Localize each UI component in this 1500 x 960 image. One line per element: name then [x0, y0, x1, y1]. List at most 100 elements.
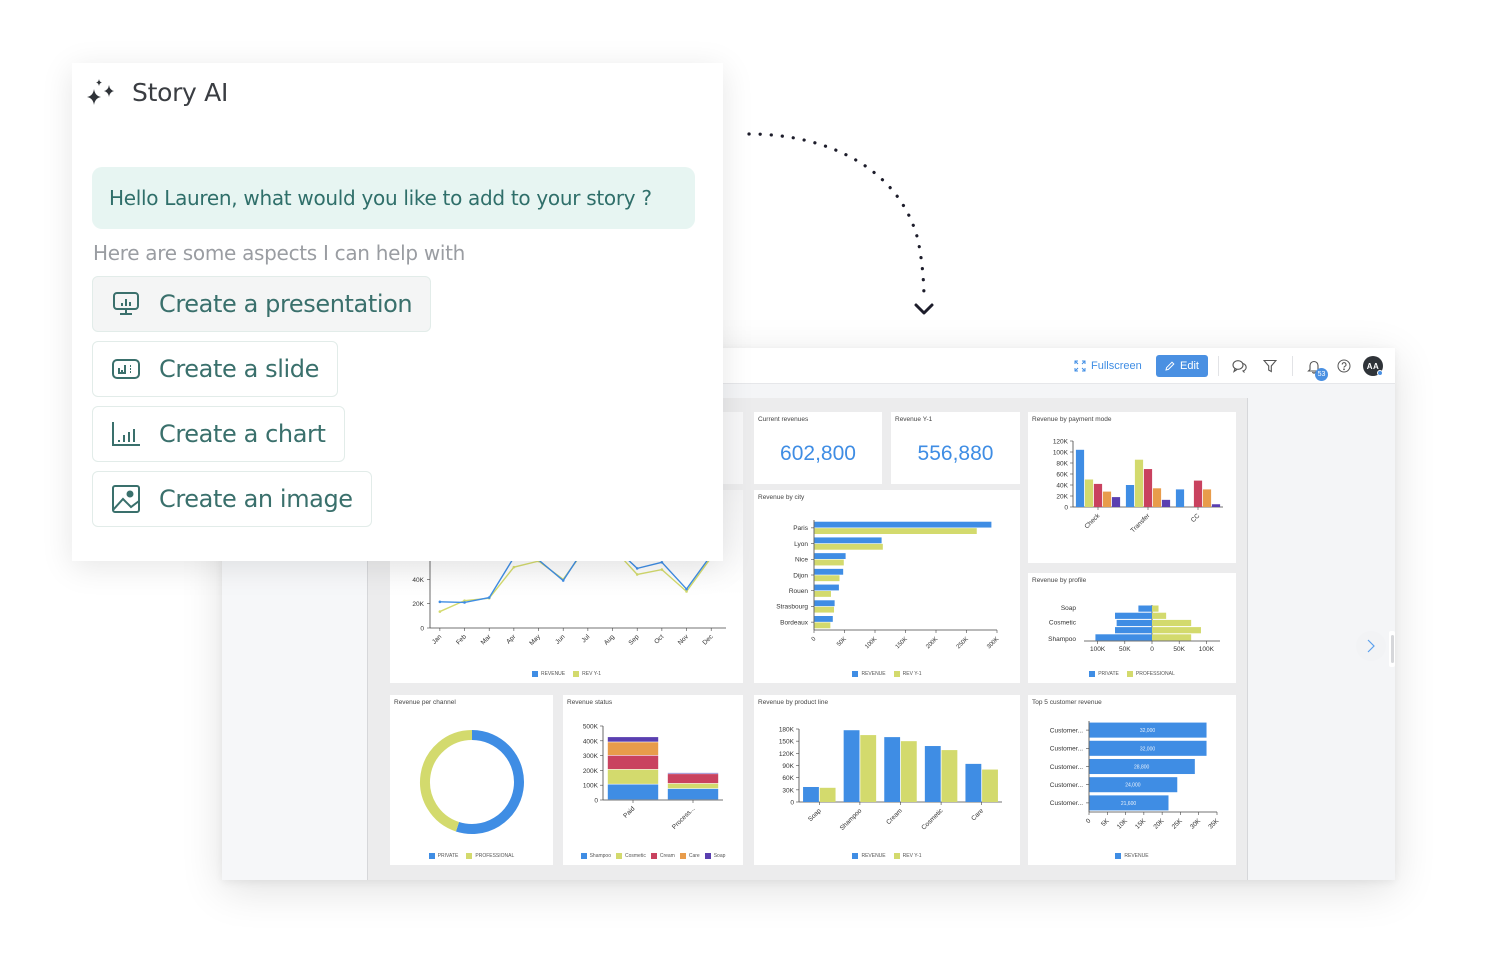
create-presentation-button[interactable]: Create a presentation — [92, 276, 432, 332]
legend-item: REVENUE — [531, 671, 565, 677]
legend-item: REV Y-1 — [573, 671, 601, 677]
data-label: 32,000 — [1140, 746, 1156, 752]
chart-title: Top 5 customer revenue — [1032, 699, 1102, 706]
stacked-bar-segment — [607, 769, 659, 784]
help-icon — [1337, 359, 1351, 373]
chart-card-revenue-by-profile[interactable]: Revenue by profile 100K 50K 0 50K 100K Soap Co… — [1028, 573, 1236, 683]
bar — [814, 543, 883, 550]
x-tick-label: Mar — [480, 633, 493, 646]
create-slide-button[interactable]: Create a slide — [92, 341, 338, 397]
bar — [814, 575, 840, 582]
legend-item: PROFESSIONAL — [1126, 671, 1175, 677]
stacked-bar-segment — [607, 742, 659, 755]
x-tick-label: 100K — [864, 636, 878, 650]
bar-private — [1115, 627, 1152, 634]
chart-card-payment-mode[interactable]: Revenue by payment mode 0 20K 40K 60K 80K 100… — [1028, 412, 1236, 563]
bar — [1175, 489, 1185, 507]
bar — [814, 606, 835, 613]
bar-professional — [1152, 619, 1192, 627]
x-tick-label: 300K — [986, 636, 1000, 650]
y-tick-label: Shampoo — [1048, 636, 1076, 643]
line-point — [685, 587, 688, 591]
kpi-card-revenue-y1[interactable]: Revenue Y-1 556,880 — [891, 412, 1020, 484]
x-tick-label: Care — [970, 807, 985, 822]
donut-slice — [420, 730, 473, 832]
x-tick-label: Cosmetic — [920, 807, 945, 832]
chart-title: Revenue by payment mode — [1032, 416, 1112, 423]
y-tick-label: 500K — [583, 724, 599, 731]
bar-professional — [1152, 634, 1192, 641]
bar — [814, 616, 833, 622]
action-label: Create an image — [159, 485, 353, 513]
bar-professional — [1152, 627, 1201, 634]
chevron-right-icon — [1367, 639, 1375, 653]
kpi-card-current-revenues[interactable]: Current revenues 602,800 — [754, 412, 882, 484]
x-tick-label: Soap — [807, 807, 823, 823]
revenue-per-channel-chart — [420, 730, 524, 834]
x-tick-label: 20K — [1152, 817, 1166, 831]
y-tick-label: Customer... — [1050, 727, 1083, 734]
ai-greeting-message: Hello Lauren, what would you like to add… — [92, 167, 695, 229]
data-label: 21,600 — [1121, 801, 1137, 807]
filter-button[interactable] — [1263, 348, 1277, 384]
x-tick-label: 0 — [1085, 817, 1093, 825]
bar — [814, 537, 882, 544]
bar — [860, 735, 877, 802]
image-icon — [112, 485, 140, 513]
y-tick-label: Customer... — [1050, 746, 1083, 753]
y-tick-label: Strasbourg — [776, 604, 808, 611]
chart-title: Revenue by profile — [1032, 577, 1087, 584]
y-tick-label: 80K — [1056, 461, 1068, 468]
stacked-bar-segment — [607, 737, 659, 742]
kpi-value: 556,880 — [917, 442, 994, 465]
chart-card-revenue-by-city[interactable]: Revenue by city 0 50K 100K 150K 200K 250K 300K… — [754, 490, 1020, 683]
bar — [1075, 449, 1085, 507]
help-button[interactable] — [1337, 348, 1351, 384]
x-tick-label: 100K — [1199, 646, 1215, 653]
revenue-by-city-chart: 0 50K 100K 150K 200K 250K 300K Paris Lyon Nice Dij… — [776, 520, 1000, 650]
bar — [803, 786, 819, 802]
bar — [1143, 469, 1153, 507]
notification-badge: 53 — [1315, 368, 1328, 381]
legend-item: REVENUE — [1115, 853, 1149, 859]
revenue-by-profile-chart: 100K 50K 0 50K 100K Soap Cosmetic Shampoo — [1048, 605, 1220, 653]
x-tick-label: Jan — [431, 633, 444, 646]
comments-button[interactable] — [1232, 348, 1247, 384]
y-tick-label: 180K — [779, 727, 795, 734]
chart-legend: Shampoo Cosmetic Cream Care Soap — [563, 853, 743, 859]
x-tick-label: 15K — [1134, 817, 1148, 831]
legend-item: PROFESSIONAL — [466, 853, 514, 859]
bar — [814, 568, 844, 575]
y-tick-label: 40K — [1056, 483, 1068, 490]
chart-card-revenue-by-product-line[interactable]: Revenue by product line 0 30K 60K 90K 120K 15… — [754, 695, 1020, 865]
x-tick-label: Cream — [885, 807, 904, 826]
stacked-bar-segment — [607, 784, 659, 800]
scrollbar-handle[interactable] — [1389, 631, 1395, 667]
x-tick-label: Paid — [622, 805, 636, 819]
bar — [1211, 504, 1221, 507]
bar-private — [1138, 605, 1152, 612]
chart-card-revenue-status[interactable]: Revenue status 0 100K 200K 300K 400K 500K Paid… — [563, 695, 743, 865]
edit-button[interactable]: Edit — [1156, 355, 1208, 377]
create-chart-button[interactable]: Create a chart — [92, 406, 345, 462]
chart-card-top-customers[interactable]: Top 5 customer revenue 0 5K 10K 15K 20K 25K 30… — [1028, 695, 1236, 865]
bar — [814, 584, 839, 591]
y-tick-label: Lyon — [794, 541, 808, 548]
x-tick-label: Shampoo — [839, 807, 864, 832]
top-customers-chart: 0 5K 10K 15K 20K 25K 30K 35K 32,000 Customer... 32… — [1050, 721, 1221, 831]
chart-card-revenue-per-channel[interactable]: Revenue per channel PRIVATE PROFESSIONAL — [390, 695, 553, 865]
stacked-bar-segment — [607, 755, 659, 770]
legend-item: REV Y-1 — [893, 671, 922, 677]
legend-item: REVENUE — [852, 853, 886, 859]
revenue-status-chart: 0 100K 200K 300K 400K 500K Paid Process... — [583, 724, 723, 831]
fullscreen-button[interactable]: Fullscreen — [1074, 348, 1142, 384]
create-image-button[interactable]: Create an image — [92, 471, 372, 527]
x-tick-label: Nov — [677, 633, 691, 647]
chart-title: Revenue by city — [758, 494, 805, 501]
edit-label: Edit — [1180, 360, 1199, 372]
chart-legend: REVENUE — [1028, 853, 1236, 859]
x-tick-label: 250K — [956, 636, 970, 650]
next-slide-button[interactable] — [1356, 631, 1386, 661]
x-tick-label: 25K — [1171, 817, 1185, 831]
y-tick-label: Dijon — [793, 572, 808, 579]
